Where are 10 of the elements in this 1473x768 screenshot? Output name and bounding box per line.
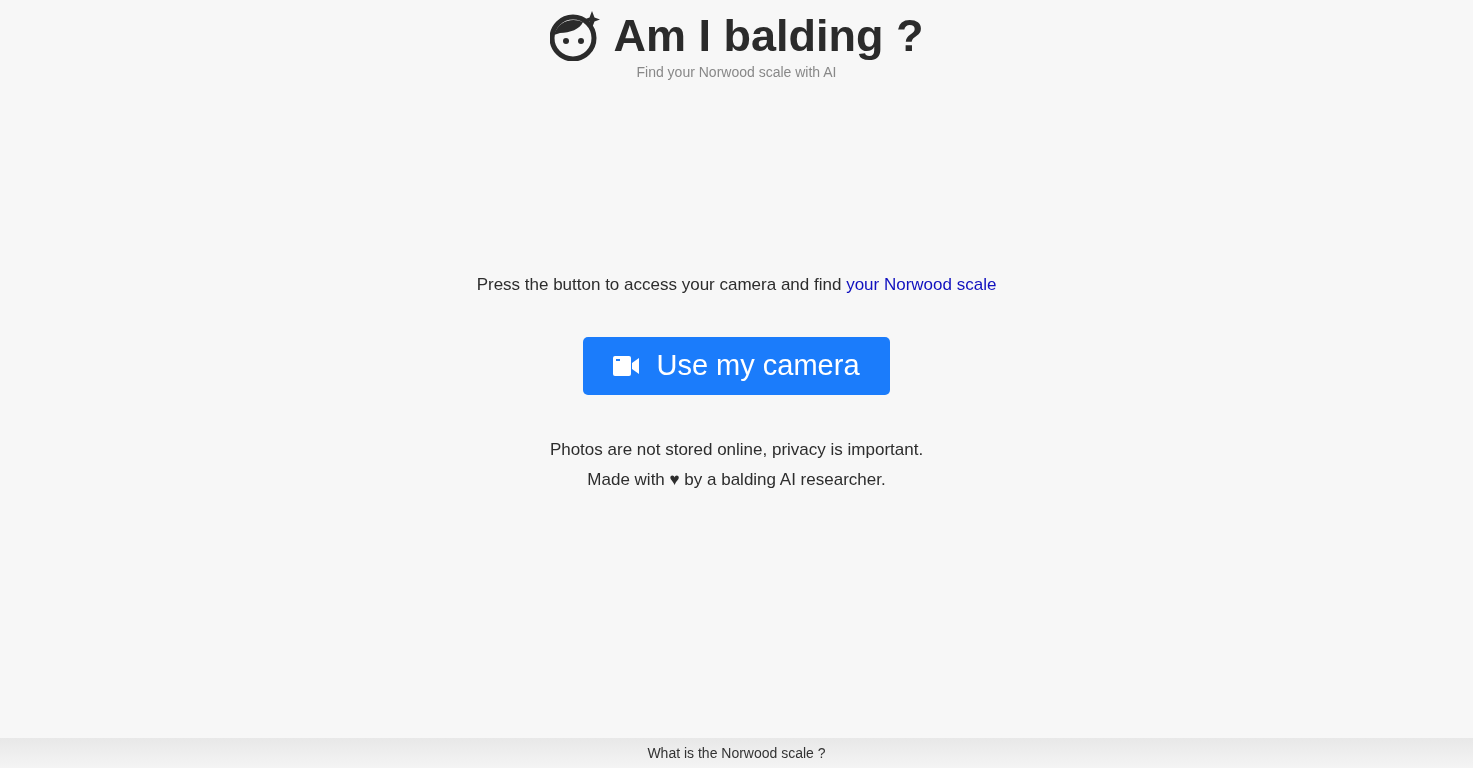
video-camera-icon [613,356,640,376]
info-text: Made with ♥ by a balding AI researcher. [587,469,886,491]
smiling-face-sparkle-icon [549,11,600,61]
use-camera-button[interactable]: Use my camera [583,337,890,395]
info-text: Photos are not stored online, privacy is important. [549,439,924,461]
intro-text: Press the button to access your camera and find your Norwood scale [476,274,997,296]
norwood-scale-info-bar[interactable]: What is the Norwood scale ? [0,738,1473,768]
norwood-scale-link[interactable]: your Norwood scale [846,275,997,294]
page-subtitle: Find your Norwood scale with AI [636,63,837,81]
page-title: Am I balding ? [613,10,924,62]
